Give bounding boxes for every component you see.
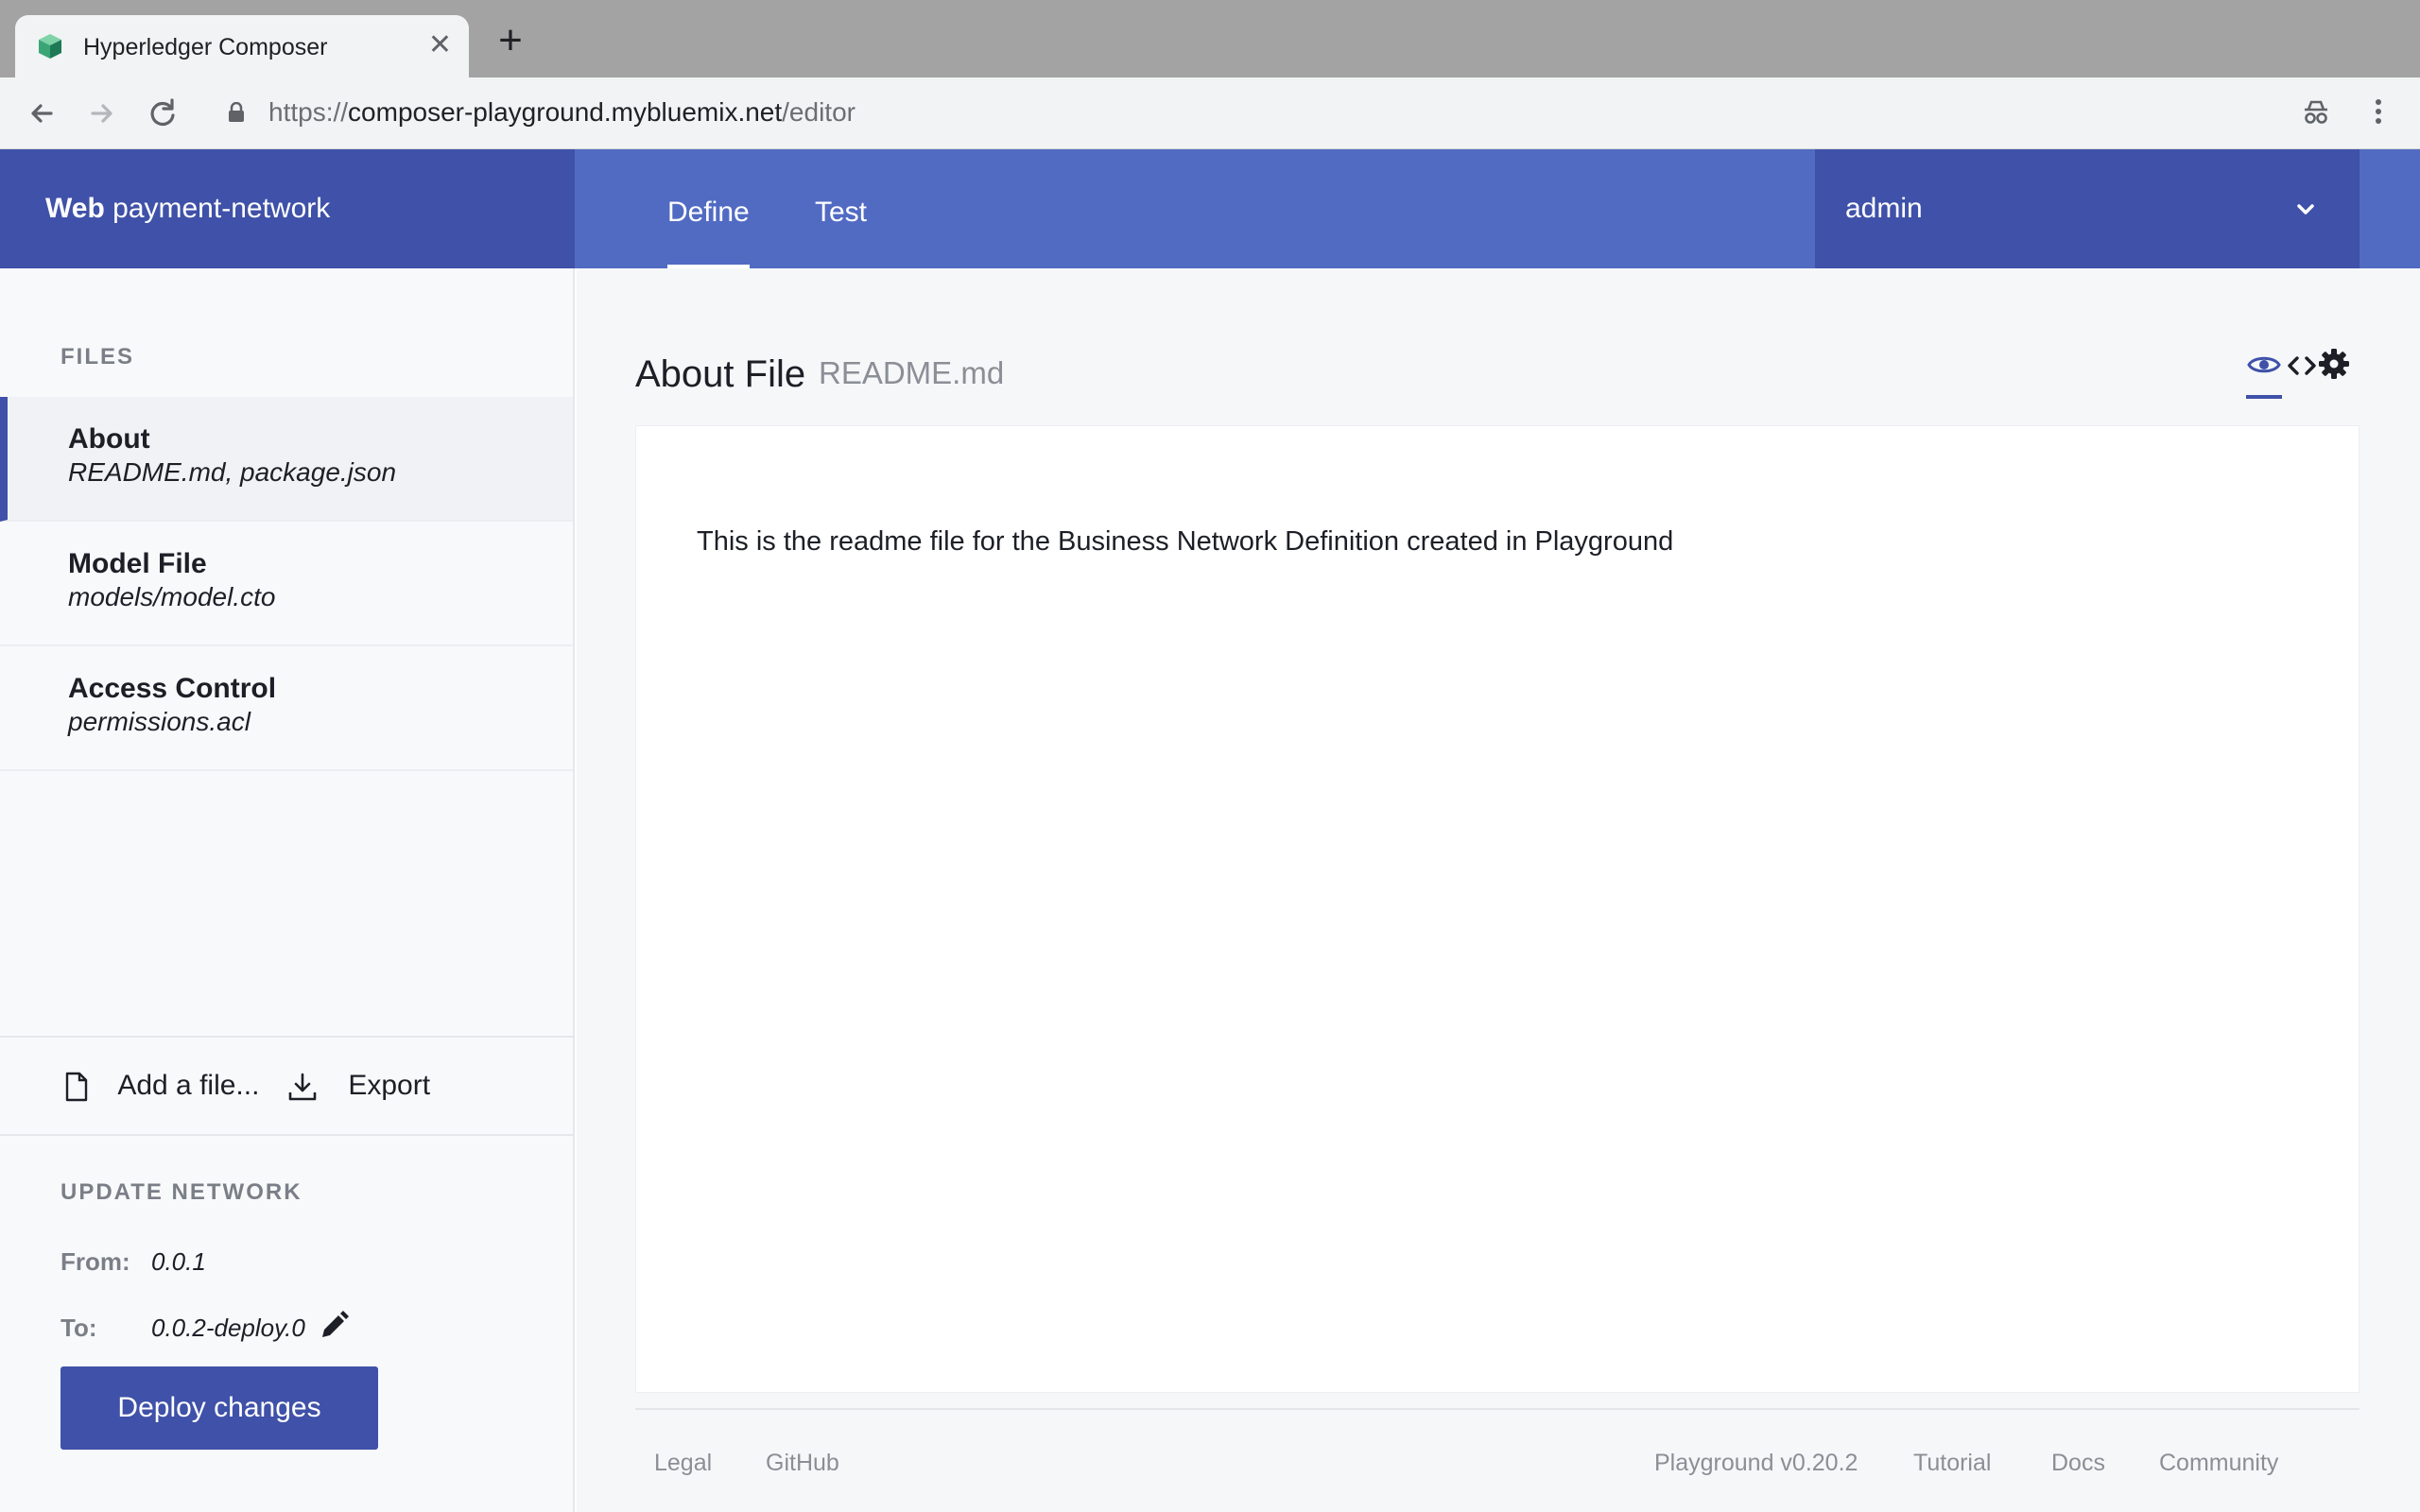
export-button[interactable]: Export bbox=[287, 1070, 430, 1102]
browser-toolbar: https://composer-playground.mybluemix.ne… bbox=[0, 77, 2420, 149]
to-label: To: bbox=[60, 1314, 97, 1342]
page-title: About File bbox=[635, 353, 806, 395]
footer-docs-link[interactable]: Docs bbox=[2051, 1450, 2105, 1477]
reload-icon[interactable] bbox=[144, 94, 182, 132]
footer-github-link[interactable]: GitHub bbox=[766, 1450, 839, 1477]
lock-icon bbox=[229, 102, 244, 122]
tab-test[interactable]: Test bbox=[815, 197, 867, 229]
tab-define[interactable]: Define bbox=[667, 197, 750, 270]
file-subtitle: README.md, package.json bbox=[68, 457, 397, 487]
footer-community-link[interactable]: Community bbox=[2159, 1450, 2278, 1477]
file-actions: Add a file... Export bbox=[0, 1036, 573, 1136]
deploy-changes-button[interactable]: Deploy changes bbox=[60, 1366, 378, 1450]
file-subtitle: permissions.acl bbox=[68, 707, 251, 736]
menu-kebab-icon[interactable] bbox=[2361, 94, 2395, 129]
incognito-icon[interactable] bbox=[2299, 94, 2333, 129]
file-item-model[interactable]: Model File models/model.cto bbox=[0, 522, 573, 646]
identity-dropdown[interactable]: admin bbox=[1815, 149, 2360, 268]
app-header: Web payment-network Define Test admin bbox=[0, 149, 2420, 270]
main-content: About File README.md This is the readme … bbox=[577, 268, 2420, 1512]
url-scheme: https:// bbox=[268, 97, 349, 127]
new-tab-button[interactable]: + bbox=[492, 20, 529, 61]
address-bar[interactable]: https://composer-playground.mybluemix.ne… bbox=[204, 85, 2274, 140]
update-network-heading: UPDATE NETWORK bbox=[60, 1179, 302, 1205]
readme-preview: This is the readme file for the Business… bbox=[635, 425, 2360, 1393]
file-title: Model File bbox=[68, 548, 207, 579]
chevron-down-icon bbox=[2297, 204, 2314, 215]
browser-tabstrip: Hyperledger Composer ✕ + bbox=[0, 0, 2420, 77]
url-text: https://composer-playground.mybluemix.ne… bbox=[268, 97, 856, 128]
sidebar: FILES About README.md, package.json Mode… bbox=[0, 268, 575, 1512]
close-tab-icon[interactable]: ✕ bbox=[428, 30, 452, 60]
add-file-button[interactable]: Add a file... bbox=[64, 1070, 259, 1102]
to-version: 0.0.2-deploy.0 bbox=[151, 1314, 305, 1342]
footer-version: Playground v0.20.2 bbox=[1654, 1450, 1858, 1476]
from-label: From: bbox=[60, 1247, 130, 1276]
url-path: /editor bbox=[782, 97, 856, 127]
back-arrow-icon[interactable] bbox=[23, 94, 60, 132]
page-file-name: README.md bbox=[819, 355, 1005, 390]
brand-network: payment-network bbox=[112, 193, 331, 224]
file-icon bbox=[65, 1072, 88, 1102]
forward-arrow-icon[interactable] bbox=[83, 94, 121, 132]
identity-name: admin bbox=[1845, 193, 1923, 224]
url-host: composer-playground.mybluemix.net bbox=[348, 97, 783, 127]
brand-area: Web payment-network bbox=[0, 149, 575, 268]
add-file-label: Add a file... bbox=[117, 1070, 260, 1101]
browser-tab[interactable]: Hyperledger Composer ✕ bbox=[15, 15, 469, 77]
tab-title: Hyperledger Composer bbox=[83, 34, 328, 60]
code-icon[interactable] bbox=[2286, 353, 2318, 378]
active-view-indicator bbox=[2246, 395, 2282, 399]
file-item-about[interactable]: About README.md, package.json bbox=[0, 397, 573, 522]
composer-cube-icon bbox=[39, 34, 61, 59]
gear-icon[interactable] bbox=[2318, 348, 2350, 380]
pencil-icon[interactable] bbox=[318, 1310, 350, 1342]
export-label: Export bbox=[348, 1070, 431, 1101]
file-subtitle: models/model.cto bbox=[68, 582, 276, 611]
file-item-access-control[interactable]: Access Control permissions.acl bbox=[0, 646, 573, 771]
network-name[interactable]: Web payment-network bbox=[45, 193, 330, 225]
download-icon bbox=[288, 1073, 317, 1101]
readme-text: This is the readme file for the Business… bbox=[697, 526, 1674, 557]
view-toggle-group bbox=[2246, 344, 2350, 401]
brand-web: Web bbox=[45, 193, 105, 224]
file-title: Access Control bbox=[68, 673, 277, 704]
files-heading: FILES bbox=[60, 344, 135, 369]
footer-tutorial-link[interactable]: Tutorial bbox=[1913, 1450, 1991, 1477]
eye-icon[interactable] bbox=[2246, 352, 2282, 378]
footer-divider bbox=[635, 1408, 2360, 1410]
from-version: 0.0.1 bbox=[151, 1247, 206, 1276]
file-title: About bbox=[68, 423, 150, 455]
footer-legal-link[interactable]: Legal bbox=[654, 1450, 712, 1477]
